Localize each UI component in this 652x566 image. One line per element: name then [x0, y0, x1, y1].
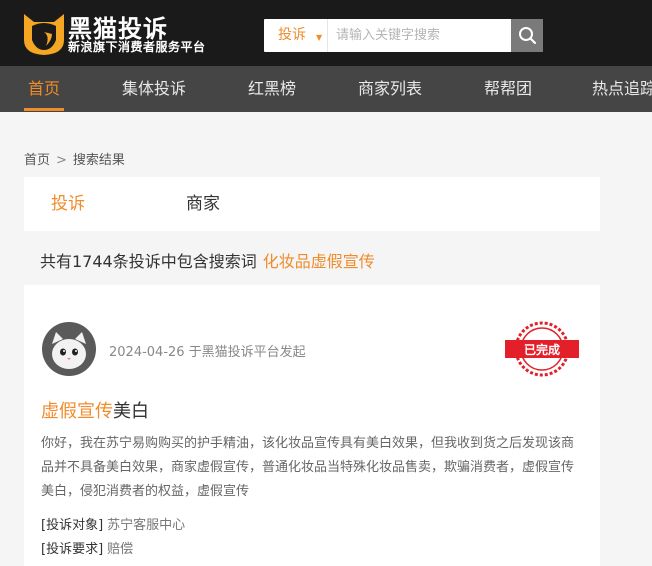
search-keyword: 化妆品虚假宣传	[262, 252, 375, 271]
search-button[interactable]	[511, 19, 543, 52]
complaint-demand-row: [投诉要求] 赔偿	[41, 538, 133, 557]
nav-item-help-group[interactable]: 帮帮团	[484, 66, 532, 112]
status-stamp-label: 已完成	[524, 342, 560, 357]
complaint-target-row: [投诉对象] 苏宁客服中心	[41, 514, 185, 533]
tab-complaints[interactable]: 投诉	[51, 177, 85, 231]
search-input[interactable]	[328, 19, 511, 52]
main-nav: 首页 集体投诉 红黑榜 商家列表 帮帮团 热点追踪	[0, 66, 652, 112]
site-header: 黑猫投诉 新浪旗下消费者服务平台 投诉 ▼	[0, 0, 652, 66]
nav-item-red-black-list[interactable]: 红黑榜	[248, 66, 296, 112]
title-rest: 美白	[113, 401, 149, 422]
result-summary: 共有1744条投诉中包含搜索词 化妆品虚假宣传	[40, 248, 375, 272]
search-icon	[519, 27, 537, 45]
demand-label: [投诉要求]	[41, 542, 104, 557]
breadcrumb-current: 搜索结果	[72, 153, 125, 168]
breadcrumb: 首页 > 搜索结果	[24, 149, 125, 168]
target-label: [投诉对象]	[41, 518, 104, 533]
target-value[interactable]: 苏宁客服中心	[107, 518, 185, 533]
black-cat-logo-icon[interactable]	[22, 10, 66, 56]
search-scope-label: 投诉	[278, 27, 306, 43]
nav-item-merchant-list[interactable]: 商家列表	[358, 66, 422, 112]
brand-slogan: 新浪旗下消费者服务平台	[68, 40, 206, 54]
nav-item-hot-topics[interactable]: 热点追踪	[592, 66, 652, 112]
tab-merchants[interactable]: 商家	[186, 177, 220, 231]
nav-item-home[interactable]: 首页	[28, 66, 60, 112]
search-box: 投诉 ▼	[264, 19, 543, 52]
breadcrumb-home-link[interactable]: 首页	[24, 153, 50, 168]
result-count-text: 共有1744条投诉中包含搜索词	[40, 252, 257, 271]
nav-active-indicator	[24, 108, 64, 111]
completed-stamp-icon: 已完成	[505, 321, 579, 377]
nav-item-group-complaints[interactable]: 集体投诉	[122, 66, 186, 112]
complaint-body: 你好，我在苏宁易购购买的护手精油，该化妆品宣传具有美白效果，但我收到货之后发现该…	[41, 436, 575, 499]
caret-down-icon: ▼	[316, 33, 323, 42]
result-tabs: 投诉 商家	[24, 177, 600, 231]
cat-avatar-icon[interactable]	[42, 322, 96, 376]
complaint-title[interactable]: 虚假宣传美白	[41, 397, 149, 423]
complaint-card[interactable]: 2024-04-26 于黑猫投诉平台发起 已完成 虚假宣传美白 你好，我在苏宁易…	[24, 285, 600, 566]
demand-value: 赔偿	[107, 542, 134, 557]
breadcrumb-separator: >	[56, 153, 67, 168]
post-meta: 2024-04-26 于黑猫投诉平台发起	[109, 345, 306, 360]
title-highlight: 虚假宣传	[41, 401, 113, 422]
